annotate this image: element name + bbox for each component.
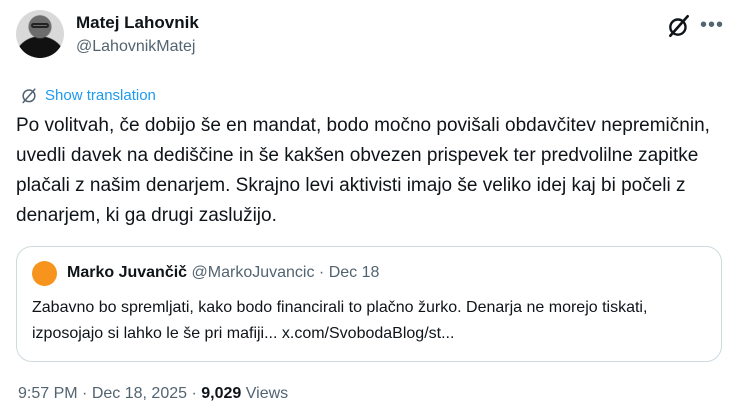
author-avatar[interactable]	[16, 10, 64, 58]
views-label: Views	[245, 385, 289, 402]
quote-text: Zabavno bo spremljati, kako bodo financi…	[32, 299, 648, 342]
more-icon[interactable]: •••	[700, 15, 724, 35]
quoted-tweet[interactable]: Marko Juvančič @MarkoJuvancic · Dec 18 Z…	[16, 246, 722, 362]
quote-author-name[interactable]: Marko Juvančič	[67, 264, 187, 281]
avatar-glasses	[31, 23, 49, 28]
grok-icon[interactable]	[666, 13, 692, 39]
quote-avatar[interactable]	[32, 261, 57, 286]
translate-icon	[22, 88, 36, 104]
quote-header: Marko Juvančič @MarkoJuvancic · Dec 18	[67, 264, 379, 282]
views-count: 9,029	[201, 385, 242, 402]
tweet-meta: 9:57 PM · Dec 18, 2025 · 9,029 Views	[18, 385, 288, 403]
author-handle[interactable]: @LahovnikMatej	[76, 38, 195, 56]
tweet-text: Po volitvah, če dobijo še en mandat, bod…	[16, 115, 710, 226]
meta-separator-1: ·	[82, 385, 88, 402]
show-translation[interactable]: Show translation	[19, 85, 156, 105]
quote-date[interactable]: Dec 18	[329, 264, 380, 281]
meta-separator-2: ·	[191, 385, 197, 402]
show-translation-label[interactable]: Show translation	[45, 87, 156, 104]
quote-author-handle[interactable]: @MarkoJuvancic	[192, 264, 315, 281]
tweet-time[interactable]: 9:57 PM	[18, 385, 78, 402]
tweet-date[interactable]: Dec 18, 2025	[92, 385, 187, 402]
author-name[interactable]: Matej Lahovnik	[76, 13, 199, 33]
quote-separator: ·	[318, 264, 325, 281]
